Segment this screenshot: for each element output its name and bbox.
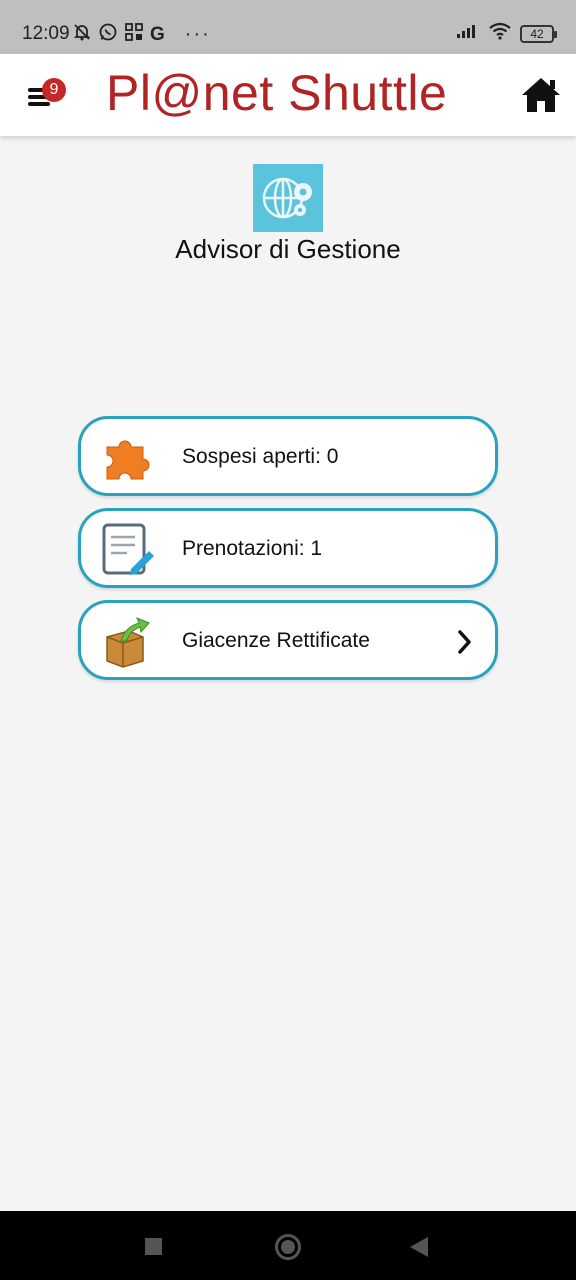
- home-nav-button[interactable]: [275, 1234, 301, 1260]
- app-header: 9 Pl@net Shuttle: [0, 54, 576, 136]
- card-label: Prenotazioni: 1: [182, 537, 323, 560]
- puzzle-icon: [101, 431, 155, 483]
- sospesi-aperti-button[interactable]: Sospesi aperti: 0: [78, 416, 498, 496]
- advisor-logo: [253, 164, 323, 232]
- app-logo: Pl@net Shuttle: [106, 65, 448, 121]
- home-button[interactable]: [520, 76, 562, 114]
- giacenze-rettificate-button[interactable]: Giacenze Rettificate: [78, 600, 498, 680]
- page-title: Advisor di Gestione: [175, 234, 401, 264]
- home-icon: [522, 78, 560, 112]
- google-icon: G: [150, 23, 165, 45]
- qr-icon: [124, 22, 144, 47]
- card-label: Giacenze Rettificate: [182, 629, 370, 652]
- battery-icon: 42: [520, 24, 557, 43]
- hamburger-icon-line: [28, 102, 50, 106]
- box-arrow-icon: [101, 615, 155, 668]
- status-bar: 12:09 G ··· 42: [0, 0, 576, 54]
- status-system-icons: 42: [456, 22, 557, 45]
- status-time: 12:09: [22, 23, 70, 44]
- menu-button[interactable]: 9: [26, 78, 66, 112]
- status-notification-icons: G ···: [72, 22, 211, 47]
- prenotazioni-button[interactable]: Prenotazioni: 1: [78, 508, 498, 588]
- notepad-edit-icon: [101, 523, 155, 575]
- card-label: Sospesi aperti: 0: [182, 445, 339, 468]
- wifi-icon: [488, 22, 512, 45]
- chevron-right-icon: [457, 629, 473, 655]
- whatsapp-icon: [98, 22, 118, 47]
- back-button[interactable]: [410, 1237, 428, 1257]
- globe-gear-icon: [262, 177, 312, 219]
- system-nav-bar: [0, 1211, 576, 1280]
- recents-button[interactable]: [145, 1238, 162, 1255]
- signal-icon: [456, 23, 480, 44]
- notification-badge: 9: [42, 78, 66, 102]
- muted-bell-icon: [72, 22, 92, 47]
- more-notifications-icon: ···: [184, 23, 211, 45]
